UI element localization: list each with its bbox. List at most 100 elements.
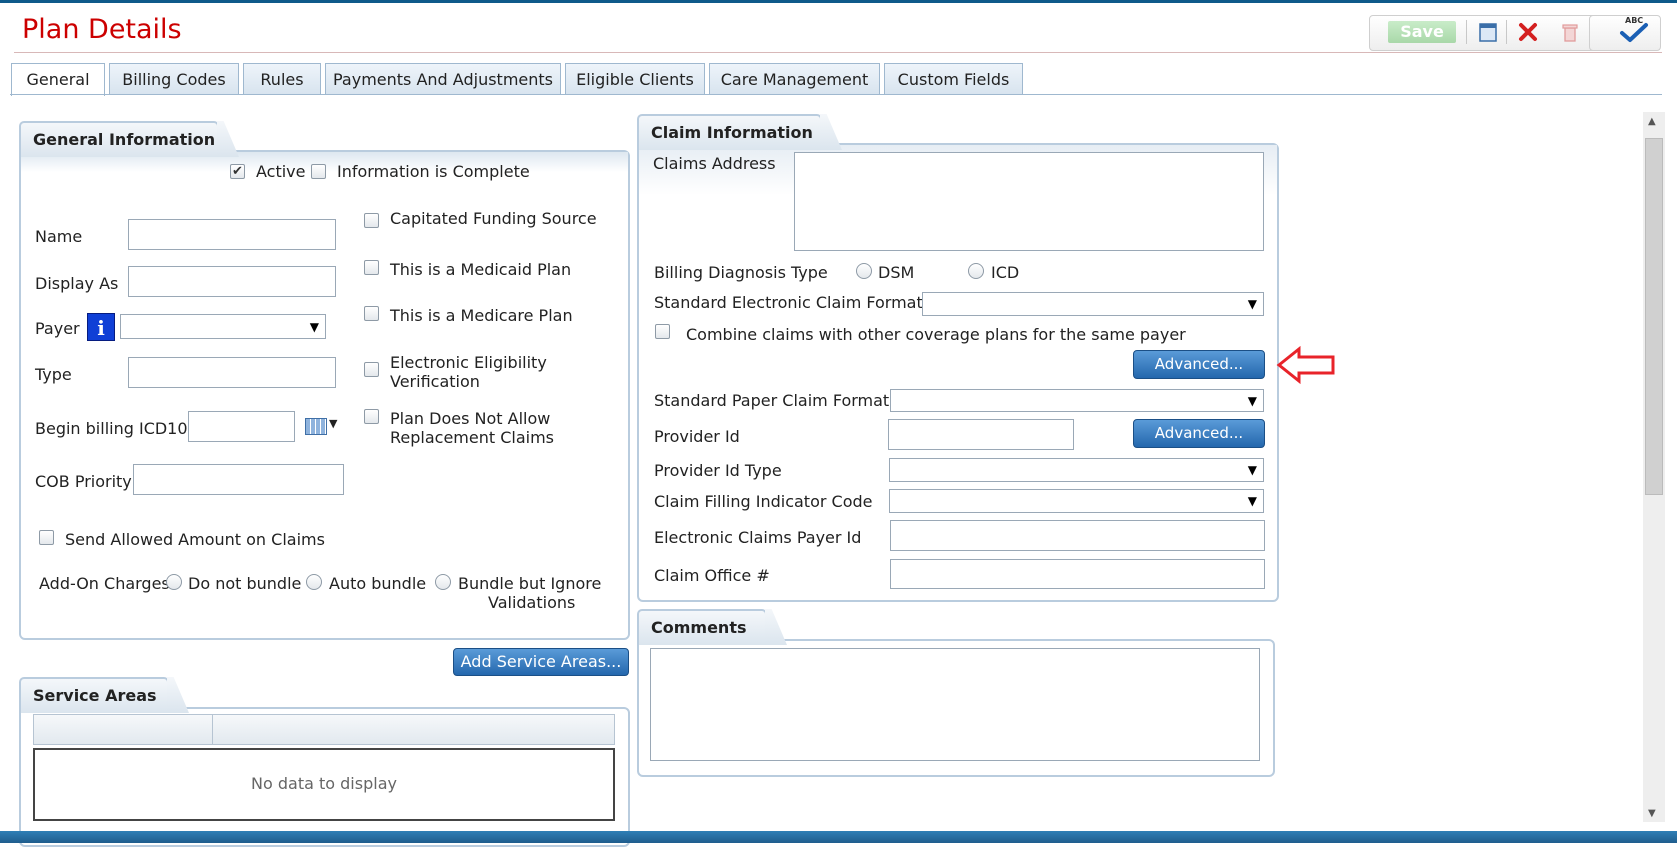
icd-radio[interactable] [968, 263, 984, 279]
electronic-eligibility-label: Electronic Eligibility [390, 353, 547, 372]
display-as-label: Display As [35, 274, 119, 293]
claims-address-textarea[interactable] [794, 152, 1264, 251]
type-label: Type [35, 365, 72, 384]
calendar-icon[interactable] [305, 418, 327, 435]
begin-billing-date-input[interactable] [188, 411, 295, 442]
new-document-icon[interactable] [1476, 21, 1500, 45]
chevron-down-icon: ▼ [1247, 393, 1257, 408]
provider-id-label: Provider Id [654, 427, 740, 446]
cob-priority-input[interactable] [133, 464, 344, 495]
general-information-header: General Information [19, 121, 219, 157]
capitated-funding-label: Capitated Funding Source [390, 209, 597, 228]
provider-id-input[interactable] [888, 419, 1074, 450]
replacement-claims-label: Plan Does Not Allow [390, 409, 551, 428]
bundle-ignore-label: Bundle but Ignore [458, 574, 602, 593]
tab-rules[interactable]: Rules [243, 63, 321, 94]
dsm-radio[interactable] [856, 263, 872, 279]
billing-diagnosis-type-label: Billing Diagnosis Type [654, 263, 828, 282]
capitated-funding-checkbox[interactable] [364, 213, 379, 228]
chevron-down-icon[interactable]: ▼ [329, 417, 337, 430]
active-label: Active [256, 162, 306, 181]
add-service-areas-button[interactable]: Add Service Areas... [453, 648, 629, 676]
medicare-plan-checkbox[interactable] [364, 306, 379, 321]
claim-filling-indicator-select[interactable]: ▼ [889, 489, 1264, 513]
comments-title: Comments [651, 618, 747, 637]
scrollbar-thumb[interactable] [1645, 138, 1663, 495]
standard-electronic-claim-format-label: Standard Electronic Claim Format [654, 293, 923, 312]
claim-office-label: Claim Office # [654, 566, 770, 585]
medicaid-plan-label: This is a Medicaid Plan [390, 260, 572, 279]
tab-general[interactable]: General [11, 63, 105, 96]
begin-billing-label: Begin billing ICD10 [35, 419, 188, 438]
electronic-claims-payer-id-input[interactable] [890, 520, 1265, 551]
payer-label: Payer [35, 319, 80, 338]
payer-select[interactable]: ▼ [120, 314, 326, 339]
tab-payments-adjustments[interactable]: Payments And Adjustments [325, 63, 561, 94]
standard-electronic-claim-format-select[interactable]: ▼ [922, 292, 1264, 316]
auto-bundle-radio[interactable] [306, 574, 322, 590]
provider-id-type-label: Provider Id Type [654, 461, 782, 480]
red-arrow-icon [1276, 345, 1336, 389]
active-checkbox[interactable]: ✔ [230, 164, 245, 179]
comments-textarea[interactable] [650, 648, 1260, 761]
name-input[interactable] [128, 219, 336, 250]
electronic-eligibility-checkbox[interactable] [364, 362, 379, 377]
do-not-bundle-radio[interactable] [166, 574, 182, 590]
claims-address-label: Claims Address [653, 154, 776, 173]
scroll-down-arrow-icon[interactable]: ▼ [1648, 808, 1656, 819]
claim-office-input[interactable] [890, 559, 1265, 589]
replacement-claims-label-line2: Replacement Claims [390, 428, 555, 447]
electronic-claims-payer-id-label: Electronic Claims Payer Id [654, 528, 862, 547]
service-areas-title: Service Areas [33, 686, 157, 705]
tab-strip-line [10, 94, 1662, 95]
send-allowed-amount-label: Send Allowed Amount on Claims [65, 530, 325, 549]
provider-advanced-button[interactable]: Advanced... [1133, 419, 1265, 448]
bundle-ignore-radio[interactable] [435, 574, 451, 590]
cob-priority-label: COB Priority [35, 472, 132, 491]
information-complete-checkbox[interactable] [311, 164, 326, 179]
medicaid-plan-checkbox[interactable] [364, 260, 379, 275]
claim-information-title: Claim Information [651, 123, 813, 142]
information-complete-label: Information is Complete [337, 162, 530, 181]
service-areas-grid-header [33, 714, 615, 745]
send-allowed-amount-checkbox[interactable] [39, 530, 54, 545]
title-divider [14, 52, 1662, 53]
do-not-bundle-label: Do not bundle [188, 574, 302, 593]
replacement-claims-checkbox[interactable] [364, 409, 379, 424]
general-information-title: General Information [33, 130, 216, 149]
tab-custom-fields[interactable]: Custom Fields [884, 63, 1023, 94]
trash-icon[interactable] [1558, 21, 1582, 45]
name-label: Name [35, 227, 83, 246]
electronic-eligibility-label-line2: Verification [390, 372, 480, 391]
medicare-plan-label: This is a Medicare Plan [390, 306, 573, 325]
scroll-up-arrow-icon[interactable]: ▲ [1648, 116, 1656, 127]
combine-claims-label: Combine claims with other coverage plans… [686, 325, 1186, 344]
close-icon[interactable] [1516, 21, 1540, 45]
advanced-button[interactable]: Advanced... [1133, 350, 1265, 379]
standard-paper-claim-format-label: Standard Paper Claim Format [654, 391, 890, 410]
chevron-down-icon: ▼ [1247, 463, 1257, 477]
tab-billing-codes[interactable]: Billing Codes [109, 63, 239, 94]
display-as-input[interactable] [128, 266, 336, 297]
toolbar-separator [1506, 20, 1507, 44]
type-input[interactable] [128, 357, 336, 388]
chevron-down-icon: ▼ [1247, 297, 1257, 311]
no-data-message: No data to display [251, 774, 397, 793]
info-icon[interactable]: i [87, 313, 115, 341]
auto-bundle-label: Auto bundle [329, 574, 427, 593]
addon-charges-label: Add-On Charges [39, 574, 170, 593]
claim-information-header: Claim Information [637, 114, 822, 150]
standard-paper-claim-format-select[interactable]: ▼ [890, 389, 1264, 412]
checkmark-icon [1619, 20, 1649, 50]
bundle-ignore-label-line2: Validations [488, 593, 576, 612]
save-button[interactable]: Save [1388, 21, 1456, 43]
provider-id-type-select[interactable]: ▼ [889, 458, 1264, 482]
toolbar-separator [1466, 20, 1467, 44]
claim-filling-indicator-label: Claim Filling Indicator Code [654, 492, 873, 511]
tab-eligible-clients[interactable]: Eligible Clients [565, 63, 705, 94]
grid-column-divider [212, 714, 213, 745]
chevron-down-icon: ▼ [309, 319, 319, 334]
combine-claims-checkbox[interactable] [655, 324, 670, 339]
tab-care-management[interactable]: Care Management [709, 63, 880, 94]
comments-header: Comments [637, 609, 767, 645]
